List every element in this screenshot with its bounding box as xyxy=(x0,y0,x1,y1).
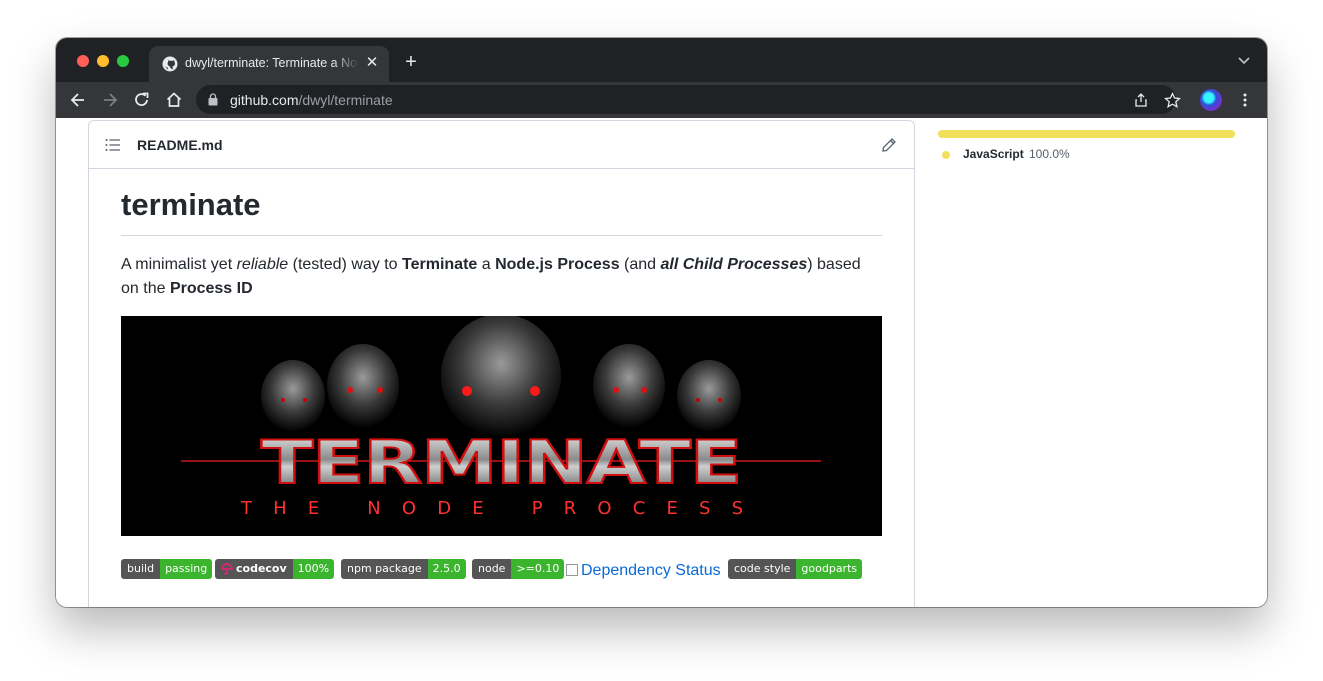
home-icon[interactable] xyxy=(164,90,184,110)
banner-title: TERMINATE xyxy=(261,428,741,498)
list-icon[interactable] xyxy=(105,138,121,152)
heading-divider xyxy=(121,235,882,236)
active-tab[interactable]: dwyl/terminate: Terminate a Node.js Proc… xyxy=(149,46,389,82)
language-color-dot xyxy=(942,151,950,159)
close-tab-icon[interactable]: ✕ xyxy=(363,54,381,72)
readme-filename[interactable]: README.md xyxy=(137,137,223,153)
new-tab-icon[interactable]: + xyxy=(401,52,421,72)
terminate-banner-image[interactable]: TERMINATE THE NODE PROCESS xyxy=(121,316,882,536)
bookmark-star-icon[interactable] xyxy=(1164,92,1181,109)
chevron-down-icon[interactable] xyxy=(1236,55,1252,67)
banner-subtitle: THE NODE PROCESS xyxy=(240,498,761,519)
reload-icon[interactable] xyxy=(132,90,152,110)
umbrella-icon xyxy=(221,563,233,575)
back-arrow-icon[interactable] xyxy=(68,90,88,110)
readme-heading: terminate xyxy=(121,187,261,222)
page-content: README.md terminate A minimalist yet rel… xyxy=(56,118,1267,607)
more-menu-icon[interactable] xyxy=(1238,92,1252,108)
pencil-icon[interactable] xyxy=(881,137,897,153)
github-icon xyxy=(162,56,178,72)
forward-arrow-icon[interactable] xyxy=(100,90,120,110)
badge-row: build passing codecov 100% npm package 2.5.… xyxy=(121,559,882,581)
readme-description: A minimalist yet reliable (tested) way t… xyxy=(121,256,861,297)
dependency-status-link[interactable]: Dependency Status xyxy=(566,562,721,580)
minimize-window-button[interactable] xyxy=(97,55,109,67)
close-window-button[interactable] xyxy=(77,55,89,67)
url-text[interactable]: github.com/dwyl/terminate xyxy=(230,92,393,108)
lock-icon[interactable] xyxy=(208,93,218,106)
profile-avatar[interactable] xyxy=(1200,89,1222,111)
code-style-badge[interactable]: code style goodparts xyxy=(728,559,863,579)
share-icon[interactable] xyxy=(1133,92,1149,108)
build-badge[interactable]: build passing xyxy=(121,559,213,579)
browser-window: dwyl/terminate: Terminate a Node.js Proc… xyxy=(56,38,1267,607)
language-percent: 100.0% xyxy=(1029,147,1070,161)
readme-box: README.md terminate A minimalist yet rel… xyxy=(88,120,915,607)
tab-title: dwyl/terminate: Terminate a Node.js Proc… xyxy=(185,56,359,70)
language-name[interactable]: JavaScript xyxy=(963,147,1024,161)
readme-header: README.md xyxy=(89,121,914,169)
npm-package-badge[interactable]: npm package 2.5.0 xyxy=(341,559,466,579)
node-version-badge[interactable]: node >=0.10 xyxy=(472,559,565,579)
browser-toolbar: github.com/dwyl/terminate xyxy=(56,82,1267,118)
address-bar[interactable]: github.com/dwyl/terminate xyxy=(196,85,1176,114)
language-bar xyxy=(938,130,1235,138)
codecov-badge[interactable]: codecov 100% xyxy=(215,559,335,579)
tab-strip: dwyl/terminate: Terminate a Node.js Proc… xyxy=(56,38,1267,82)
zoom-window-button[interactable] xyxy=(117,55,129,67)
